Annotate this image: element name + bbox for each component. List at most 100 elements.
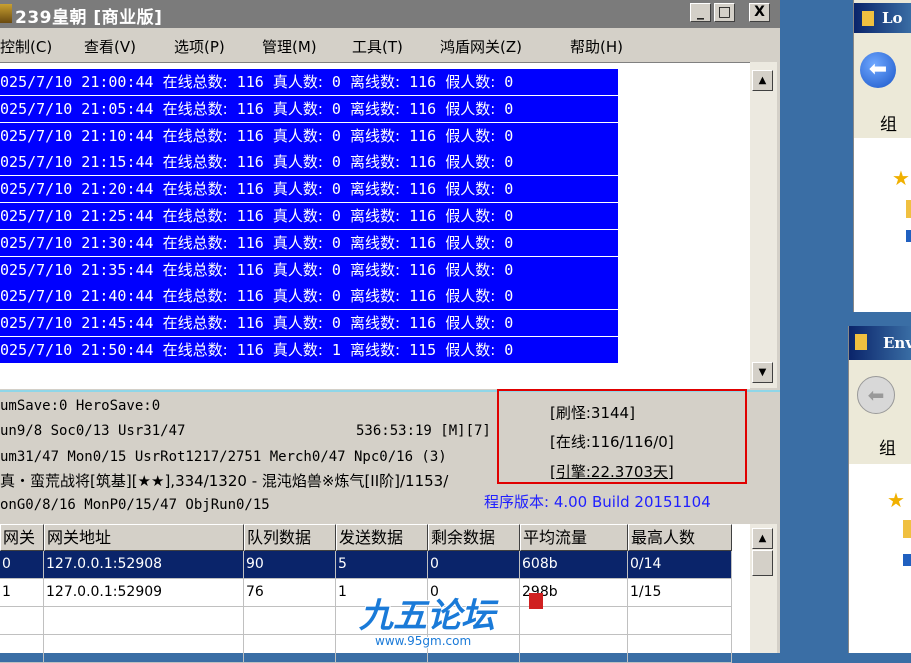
table-cell (0, 635, 44, 663)
menu-tools[interactable]: 工具(T) (352, 36, 403, 57)
log-label: 真人数: (272, 153, 323, 172)
log-label: 在线总数: (162, 233, 228, 252)
log-value: 115 (409, 341, 437, 359)
status-line-gen: onG0/8/16 MonP0/15/47 ObjRun0/15 (0, 497, 270, 513)
menu-manage[interactable]: 管理(M) (262, 36, 317, 57)
col-avg-traffic[interactable]: 平均流量 (520, 524, 628, 551)
program-version: 程序版本: 4.00 Build 20151104 (484, 493, 711, 511)
log-value: 116 (409, 314, 437, 333)
menu-control[interactable]: 控制(C) (0, 36, 52, 57)
log-label: 离线数: (349, 180, 401, 199)
log-scrollbar[interactable]: ▲ ▼ (750, 62, 777, 388)
table-cell: 127.0.0.1:52909 (44, 579, 244, 607)
log-value: 0 (331, 153, 341, 172)
log-value: 0 (504, 314, 514, 333)
explorer-bottom-titlebar[interactable]: Env (849, 326, 911, 360)
back-arrow-icon[interactable]: ⬅ (860, 52, 896, 88)
folder-icon (862, 11, 874, 26)
status-line-run: un9/8 Soc0/13 Usr31/47 (0, 423, 186, 439)
table-cell: 76 (244, 579, 336, 607)
log-value: 116 (236, 73, 264, 91)
log-timestamp: 2025/7/10 21:40:44 (0, 287, 154, 306)
log-value: 0 (331, 180, 341, 199)
log-line: 2025/7/10 21:05:44 在线总数: 116 真人数: 0 离线数:… (0, 95, 618, 122)
log-value: 0 (331, 287, 341, 306)
log-timestamp: 2025/7/10 21:20:44 (0, 180, 154, 199)
log-value: 0 (504, 233, 514, 252)
log-value: 116 (409, 260, 437, 279)
log-value: 0 (504, 180, 514, 199)
log-value: 0 (331, 260, 341, 279)
menu-gateway[interactable]: 鸿盾网关(Z) (440, 36, 522, 57)
status-line-objects: um31/47 Mon0/15 UsrRot1217/2751 Merch0/4… (0, 449, 447, 465)
explorer-top-nav-pane: ★ (854, 138, 911, 312)
close-button[interactable]: X (749, 3, 770, 22)
log-label: 假人数: (445, 260, 496, 279)
log-value: 116 (236, 233, 264, 252)
explorer-top-titlebar[interactable]: Lo (854, 3, 911, 33)
log-value: 116 (236, 99, 264, 118)
title-bar[interactable]: 239皇朝 [商业版] _ □ X (0, 0, 780, 28)
menu-bar: 控制(C) 查看(V) 选项(P) 管理(M) 工具(T) 鸿盾网关(Z) 帮助… (0, 31, 780, 59)
explorer-window-top[interactable]: Lo ⬅ 组织 ★ (853, 0, 911, 312)
menu-view[interactable]: 查看(V) (84, 36, 136, 57)
log-label: 真人数: (272, 73, 323, 91)
table-scrollbar[interactable]: ▲ (750, 524, 777, 653)
col-sent-data[interactable]: 发送数据 (336, 524, 428, 551)
table-cell (244, 607, 336, 635)
log-line: 2025/7/10 21:20:44 在线总数: 116 真人数: 0 离线数:… (0, 176, 618, 203)
table-cell: 0 (428, 551, 520, 579)
col-queue-data[interactable]: 队列数据 (244, 524, 336, 551)
log-label: 假人数: (445, 99, 496, 118)
minimize-button[interactable]: _ (690, 3, 711, 22)
scroll-up-arrow-icon[interactable]: ▲ (752, 70, 773, 91)
col-max-users[interactable]: 最高人数 (628, 524, 732, 551)
table-cell: 1 (0, 579, 44, 607)
log-value: 116 (236, 341, 264, 359)
log-label: 真人数: (272, 341, 323, 359)
table-scroll-up-arrow-icon[interactable]: ▲ (752, 528, 773, 549)
col-gateway-address[interactable]: 网关地址 (44, 524, 244, 551)
maximize-button[interactable]: □ (714, 3, 735, 22)
menu-options[interactable]: 选项(P) (174, 36, 225, 57)
table-scroll-thumb[interactable] (752, 550, 773, 576)
log-panel[interactable]: 2025/7/10 21:00:44 在线总数: 116 真人数: 0 离线数:… (0, 62, 750, 389)
log-label: 在线总数: (162, 207, 228, 225)
log-value: 116 (409, 287, 437, 306)
log-label: 假人数: (445, 126, 496, 145)
main-window: 239皇朝 [商业版] _ □ X 控制(C) 查看(V) 选项(P) 管理(M… (0, 0, 780, 663)
log-value: 116 (236, 260, 264, 279)
log-timestamp: 2025/7/10 21:15:44 (0, 153, 154, 172)
log-timestamp: 2025/7/10 21:25:44 (0, 207, 154, 225)
log-line: 2025/7/10 21:45:44 在线总数: 116 真人数: 0 离线数:… (0, 310, 618, 337)
back-arrow-icon[interactable]: ⬅ (857, 376, 895, 414)
table-cell (244, 635, 336, 663)
menu-help[interactable]: 帮助(H) (570, 36, 623, 57)
log-label: 在线总数: (162, 314, 228, 333)
log-label: 离线数: (349, 287, 401, 306)
log-value: 0 (504, 153, 514, 172)
log-label: 离线数: (349, 314, 401, 333)
seal-icon (529, 593, 543, 609)
log-value: 116 (409, 153, 437, 172)
explorer-window-bottom[interactable]: Env ⬅ 组织 ★ (848, 326, 911, 653)
log-value: 0 (504, 126, 514, 145)
log-label: 离线数: (349, 126, 401, 145)
col-remaining-data[interactable]: 剩余数据 (428, 524, 520, 551)
log-value: 0 (331, 99, 341, 118)
table-cell (44, 635, 244, 663)
col-gateway[interactable]: 网关 (0, 524, 44, 551)
log-line: 2025/7/10 21:50:44 在线总数: 116 真人数: 1 离线数:… (0, 337, 618, 363)
log-timestamp: 2025/7/10 21:10:44 (0, 126, 154, 145)
log-label: 在线总数: (162, 260, 228, 279)
log-line: 2025/7/10 21:40:44 在线总数: 116 真人数: 0 离线数:… (0, 283, 618, 310)
window-title: 239皇朝 [商业版] (15, 8, 163, 28)
folder-icon (855, 334, 867, 350)
table-cell (0, 607, 44, 635)
log-label: 假人数: (445, 314, 496, 333)
folder-icon (903, 520, 911, 538)
table-cell: 90 (244, 551, 336, 579)
log-value: 0 (504, 207, 514, 225)
log-value: 116 (409, 126, 437, 145)
scroll-down-arrow-icon[interactable]: ▼ (752, 362, 773, 383)
